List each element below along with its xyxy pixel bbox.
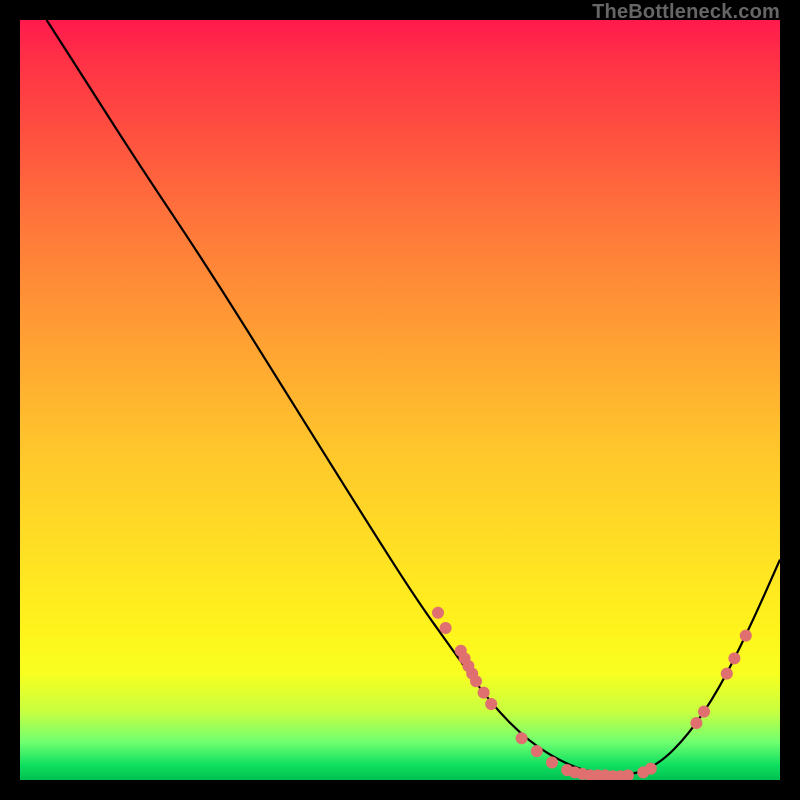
- data-point: [470, 675, 482, 687]
- data-point: [622, 769, 634, 780]
- data-point: [485, 698, 497, 710]
- data-point: [740, 630, 752, 642]
- data-point: [440, 622, 452, 634]
- plot-area: [20, 20, 780, 780]
- curve-layer: [20, 20, 780, 780]
- data-point: [721, 668, 733, 680]
- data-point: [516, 732, 528, 744]
- bottleneck-curve: [47, 20, 780, 775]
- data-point: [728, 652, 740, 664]
- data-point: [546, 757, 558, 769]
- data-point: [690, 717, 702, 729]
- data-point: [698, 706, 710, 718]
- scatter-points: [432, 607, 752, 780]
- data-point: [531, 745, 543, 757]
- watermark-text: TheBottleneck.com: [592, 1, 780, 24]
- data-point: [478, 687, 490, 699]
- data-point: [645, 763, 657, 775]
- chart-frame: [20, 20, 780, 780]
- data-point: [432, 607, 444, 619]
